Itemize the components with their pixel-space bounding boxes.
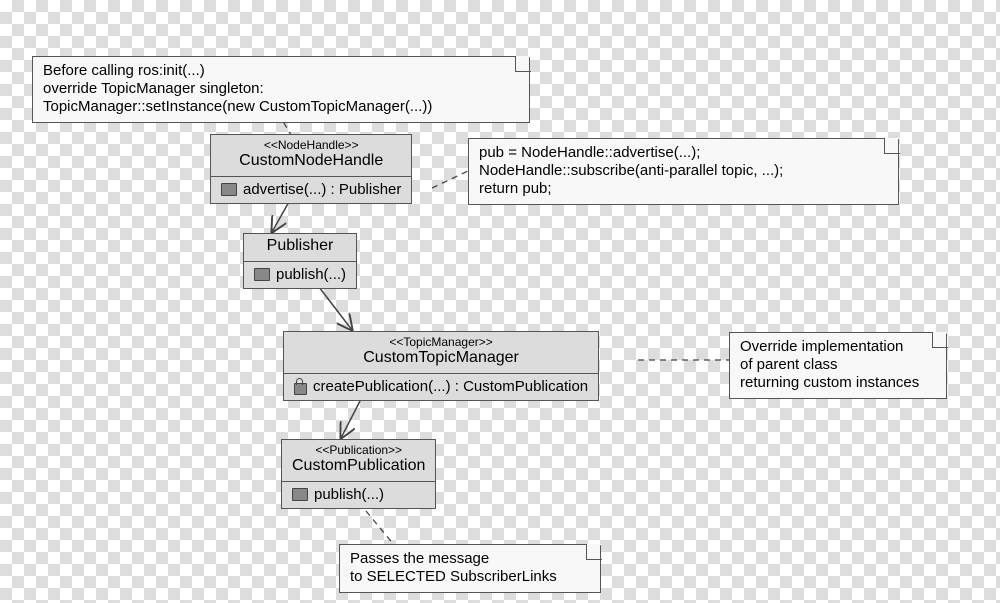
class-custom-publication: <<Publication>> CustomPublication publis…	[281, 439, 436, 509]
operation: publish(...)	[254, 266, 346, 283]
operation-text: publish(...)	[276, 266, 346, 283]
visibility-protected-icon	[294, 383, 307, 395]
operation: createPublication(...) : CustomPublicati…	[294, 378, 588, 395]
stereotype: <<TopicManager>>	[294, 335, 588, 349]
operation: advertise(...) : Publisher	[221, 181, 401, 198]
note-init: Before calling ros:init(...) override To…	[32, 56, 530, 123]
class-name: Publisher	[254, 237, 346, 256]
class-name: CustomNodeHandle	[221, 152, 401, 171]
note-passes: Passes the message to SELECTED Subscribe…	[339, 544, 601, 593]
operation-text: publish(...)	[314, 486, 384, 503]
note-text: return pub;	[479, 180, 888, 198]
note-text: Before calling ros:init(...)	[43, 62, 519, 80]
note-text: pub = NodeHandle::advertise(...);	[479, 144, 888, 162]
stereotype: <<Publication>>	[292, 443, 425, 457]
uml-diagram: Before calling ros:init(...) override To…	[0, 0, 1000, 603]
class-name: CustomPublication	[292, 457, 425, 476]
note-text: to SELECTED SubscriberLinks	[350, 568, 590, 586]
note-text: NodeHandle::subscribe(anti-parallel topi…	[479, 162, 888, 180]
stereotype: <<NodeHandle>>	[221, 138, 401, 152]
class-custom-node-handle: <<NodeHandle>> CustomNodeHandle advertis…	[210, 134, 412, 204]
note-text: TopicManager::setInstance(new CustomTopi…	[43, 98, 519, 116]
class-custom-topic-manager: <<TopicManager>> CustomTopicManager crea…	[283, 331, 599, 401]
visibility-package-icon	[254, 268, 270, 281]
note-text: Override implementation	[740, 338, 936, 356]
note-fold-icon	[932, 332, 948, 348]
note-advertise: pub = NodeHandle::advertise(...); NodeHa…	[468, 138, 899, 205]
note-text: of parent class	[740, 356, 936, 374]
note-fold-icon	[586, 544, 602, 560]
note-override: Override implementation of parent class …	[729, 332, 947, 399]
note-fold-icon	[884, 138, 900, 154]
operation-text: advertise(...) : Publisher	[243, 181, 401, 198]
visibility-package-icon	[221, 183, 237, 196]
class-name: CustomTopicManager	[294, 349, 588, 368]
note-text: returning custom instances	[740, 374, 936, 392]
note-text: Passes the message	[350, 550, 590, 568]
visibility-package-icon	[292, 488, 308, 501]
operation-text: createPublication(...) : CustomPublicati…	[313, 378, 588, 395]
note-text: override TopicManager singleton:	[43, 80, 519, 98]
note-fold-icon	[515, 56, 531, 72]
operation: publish(...)	[292, 486, 425, 503]
class-publisher: Publisher publish(...)	[243, 233, 357, 289]
